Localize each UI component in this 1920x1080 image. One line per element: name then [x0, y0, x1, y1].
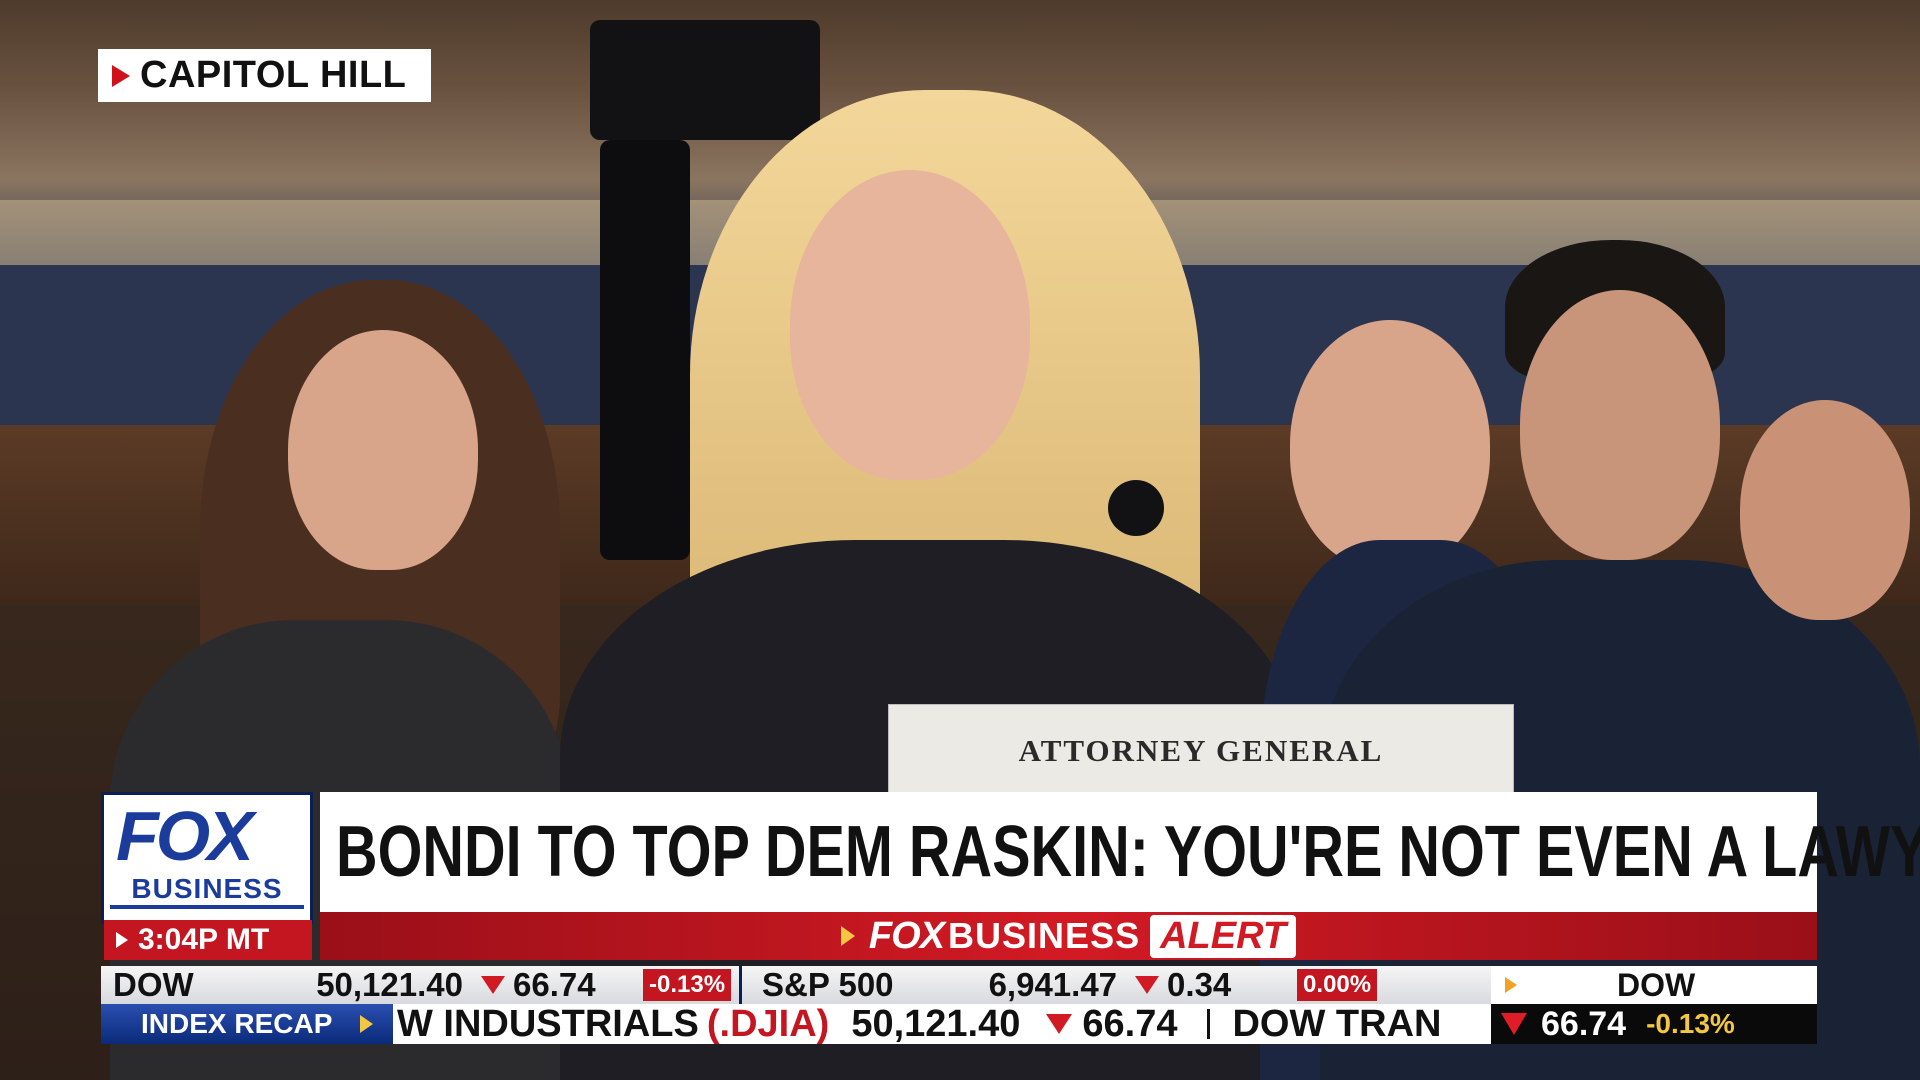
person-far-right-face — [1740, 400, 1910, 620]
ticker-symbol: DOW — [113, 966, 194, 1003]
nameplate-text: ATTORNEY GENERAL — [1018, 733, 1384, 768]
market-ticker: DOW 50,121.40 66.74 -0.13% S&P 500 6,941… — [101, 966, 1817, 1004]
index-crawl: INDEX RECAP W INDUSTRIALS (.DJIA) 50,121… — [101, 1004, 1817, 1044]
nameplate: ATTORNEY GENERAL — [888, 704, 1514, 798]
microphone — [1108, 480, 1164, 536]
play-arrow-icon — [112, 64, 130, 87]
index-recap-text: INDEX RECAP — [141, 1008, 333, 1039]
down-arrow-icon — [1501, 1013, 1527, 1035]
crawl-divider — [1207, 1009, 1211, 1039]
ticker-dow-highlight: DOW — [1491, 966, 1817, 1004]
play-arrow-icon — [840, 926, 855, 946]
index-recap-label: INDEX RECAP — [101, 1004, 393, 1044]
person-bearded-face — [1290, 320, 1490, 570]
headline-text: BONDI TO TOP DEM RASKIN: YOU'RE NOT EVEN… — [336, 812, 1920, 892]
ticker-symbol: S&P 500 — [762, 966, 894, 1003]
alert-business: BUSINESS — [948, 915, 1141, 956]
ticker-divider — [739, 966, 743, 1004]
down-arrow-icon — [1135, 976, 1160, 994]
ticker-percent: 0.00% — [1297, 969, 1378, 1001]
ticker-sp500: S&P 500 6,941.47 0.34 0.00% — [750, 966, 1378, 1004]
logo-stripe — [110, 905, 304, 909]
play-arrow-icon — [116, 932, 128, 948]
ticker-dow: DOW 50,121.40 66.74 -0.13% — [101, 966, 732, 1004]
crawl-index-change: 66.74 — [1082, 1004, 1178, 1044]
down-arrow-icon — [1046, 1014, 1073, 1034]
speaker-face — [790, 170, 1030, 480]
location-bug: CAPITOL HILL — [98, 49, 431, 102]
location-label: CAPITOL HILL — [140, 54, 407, 96]
dow-change-value: 66.74 — [1541, 1004, 1627, 1043]
crawl-text: W INDUSTRIALS (.DJIA) 50,121.40 66.74 DO… — [397, 1004, 1489, 1044]
alert-word: ALERT — [1150, 914, 1297, 958]
business-alert-bar: FOX BUSINESS ALERT — [320, 912, 1817, 960]
play-arrow-icon — [1505, 977, 1517, 993]
person-right-face — [1520, 290, 1720, 560]
crawl-index-ticker: (.DJIA) — [706, 1004, 830, 1044]
dow-change-box: 66.74 -0.13% — [1491, 1004, 1817, 1044]
crawl-next-index: DOW TRAN — [1232, 1004, 1442, 1044]
time-badge: 3:04P MT — [104, 920, 312, 960]
ticker-highlight-label: DOW — [1617, 966, 1696, 1003]
person-left-face — [288, 330, 478, 570]
headline-banner: BONDI TO TOP DEM RASKIN: YOU'RE NOT EVEN… — [320, 792, 1920, 912]
alert-fox: FOX — [868, 914, 945, 957]
broadcast-time: 3:04P MT — [138, 923, 270, 956]
fox-business-logo: FOX BUSINESS — [101, 792, 313, 924]
logo-fox-text: FOX — [116, 797, 254, 875]
ticker-value: 50,121.40 — [316, 966, 463, 1003]
ticker-change: 66.74 — [513, 966, 596, 1003]
ticker-change: 0.34 — [1167, 966, 1232, 1003]
ticker-value: 6,941.47 — [988, 966, 1118, 1003]
tv-camera — [590, 20, 820, 140]
crawl-index-value: 50,121.40 — [851, 1004, 1021, 1044]
logo-business-text: BUSINESS — [131, 873, 283, 904]
down-arrow-icon — [481, 976, 505, 994]
camera-tripod — [600, 140, 690, 560]
dow-change-percent: -0.13% — [1646, 1008, 1735, 1039]
play-arrow-icon — [360, 1015, 374, 1033]
ticker-percent: -0.13% — [643, 969, 732, 1001]
crawl-index-name: W INDUSTRIALS — [397, 1004, 699, 1044]
